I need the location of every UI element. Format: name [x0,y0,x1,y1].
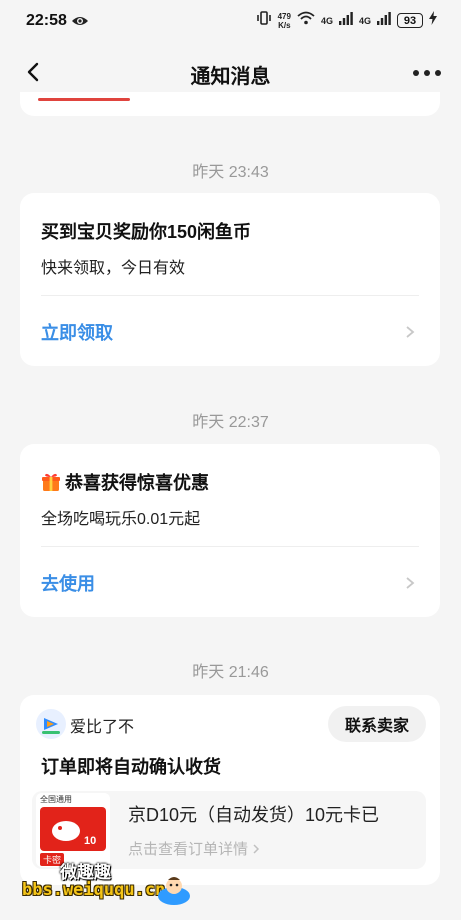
seller-avatar[interactable] [36,709,66,739]
wifi-icon [297,11,315,30]
signal-icon [338,11,353,30]
watermark-url: bbs.weiququ.cn [22,880,166,900]
thumbnail-card-value: 10 [84,835,97,847]
use-now-link[interactable]: 去使用 [41,570,95,596]
previous-message-card[interactable] [20,92,440,116]
card-divider [41,546,419,547]
battery-indicator: 93 [397,13,423,28]
chevron-right-icon [404,325,416,338]
message-subtitle: 全场吃喝玩乐0.01元起 [41,511,201,528]
thumbnail-header: 全国通用 [40,795,72,804]
status-icons: 479 K/s 4G 4G 93 [256,10,437,31]
message-heading: 恭喜获得惊喜优惠 [65,473,209,493]
vibrate-icon [256,10,272,31]
message-heading: 买到宝贝奖励你150闲鱼币 [41,222,252,242]
card-accent-line [38,98,130,101]
charging-bolt-icon [429,11,437,30]
message-timestamp: 昨天 23:43 [192,164,269,181]
card-divider [41,295,419,296]
message-timestamp: 昨天 21:46 [192,664,269,681]
message-timestamp: 昨天 22:37 [192,414,269,431]
message-heading: 订单即将自动确认收货 [41,757,221,777]
chevron-right-icon [253,844,260,854]
site-watermark: 微趣趣 bbs.weiququ.cn [22,856,202,906]
network-label-1: 4G [320,15,333,26]
net-speed-unit: K/s [278,20,291,30]
page-title: 通知消息 [190,66,271,88]
chevron-right-icon [404,576,416,589]
seller-name[interactable]: 爱比了不 [70,713,134,737]
coupon-message-card[interactable]: 恭喜获得惊喜优惠 全场吃喝玩乐0.01元起 去使用 [20,444,440,617]
reward-message-card[interactable]: 买到宝贝奖励你150闲鱼币 快来领取，今日有效 立即领取 [20,193,440,366]
signal-icon [377,11,391,30]
message-heading-row: 恭喜获得惊喜优惠 [41,469,209,495]
claim-now-link[interactable]: 立即领取 [41,319,113,345]
watermark-mascot-icon [156,872,192,908]
net-speed-value: 479 [277,11,291,21]
eye-icon [71,14,89,33]
message-subtitle: 快来领取，今日有效 [41,260,186,277]
gift-icon [41,472,61,492]
more-options-icon[interactable] [413,70,441,76]
network-label-2: 4G [358,15,371,26]
contact-seller-button[interactable]: 联系卖家 [328,706,426,742]
status-time: 22:58 [26,12,67,29]
status-bar: 22:58 479 K/s 4G 4G 93 [0,0,461,44]
product-name: 京D10元（自动发货）10元卡已 [128,805,380,825]
net-speed: 479 K/s [278,12,291,30]
